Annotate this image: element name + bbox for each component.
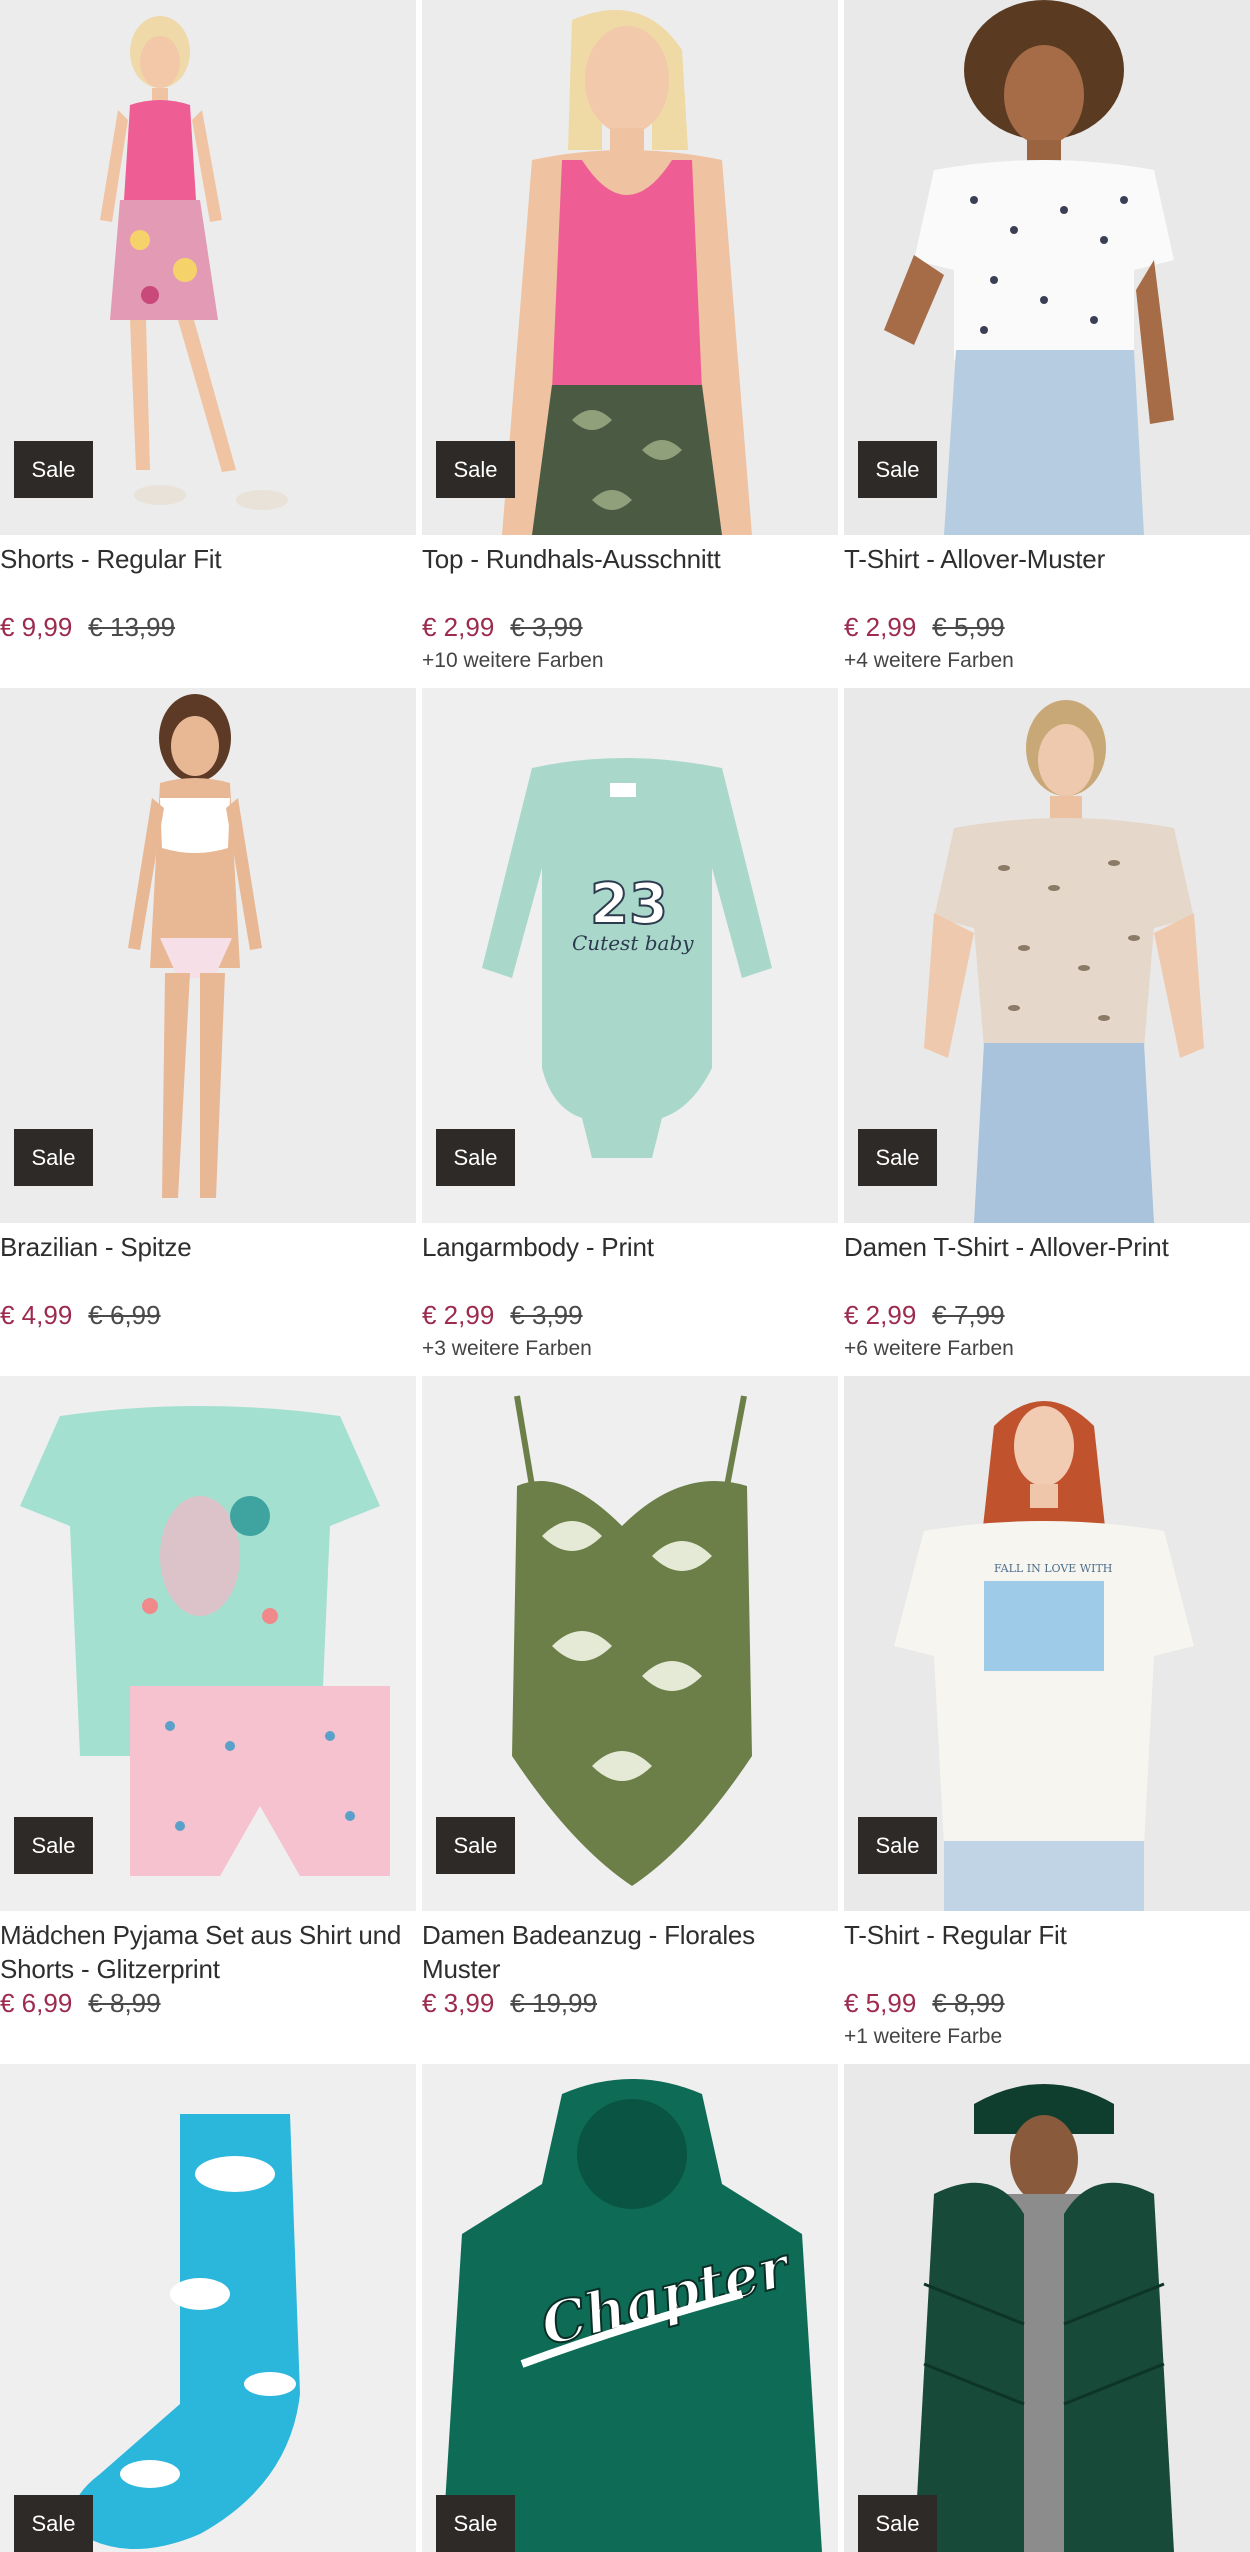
svg-text:Cutest baby: Cutest baby [572, 931, 694, 955]
product-photo-weste [844, 2064, 1250, 2552]
more-colors-text[interactable]: +4 weitere Farben [844, 649, 1250, 673]
sale-badge: Sale [14, 1129, 93, 1186]
product-image[interactable]: Sale [422, 1376, 838, 1911]
sale-price: € 5,99 [844, 1988, 917, 2018]
product-card[interactable]: Sale T-Shirt - Allover-Muster € 2,99 € 5… [844, 0, 1250, 688]
sale-badge: Sale [14, 441, 93, 498]
product-card[interactable]: Sale Damen Badeanzug - Florales Muster €… [422, 1376, 838, 2064]
product-title[interactable]: Shorts - Regular Fit [0, 542, 416, 610]
product-image[interactable]: Chapter Sale [422, 2064, 838, 2552]
price-row: € 4,99 € 6,99 [0, 1300, 416, 1331]
price-row: € 2,99 € 3,99 [422, 612, 838, 643]
sale-badge: Sale [858, 2495, 937, 2552]
product-card[interactable]: Sale [0, 2064, 416, 2552]
price-row: € 2,99 € 5,99 [844, 612, 1250, 643]
original-price: € 3,99 [510, 612, 583, 642]
more-colors-text[interactable]: +10 weitere Farben [422, 649, 838, 673]
product-image[interactable]: Sale [844, 2064, 1250, 2552]
product-image[interactable]: Sale [422, 0, 838, 535]
product-card[interactable]: 23 Cutest baby Sale Langarmbody - Print … [422, 688, 838, 1376]
product-title[interactable]: Damen T-Shirt - Allover-Print [844, 1230, 1250, 1298]
product-title[interactable]: Mädchen Pyjama Set aus Shirt und Shorts … [0, 1918, 416, 1986]
sale-price: € 2,99 [422, 612, 495, 642]
product-card[interactable]: Sale [844, 2064, 1250, 2552]
sale-price: € 9,99 [0, 612, 73, 642]
more-colors-text[interactable]: +1 weitere Farbe [844, 2025, 1250, 2049]
product-image[interactable]: Sale [0, 1376, 416, 1911]
more-colors-text[interactable]: +3 weitere Farben [422, 1337, 838, 1361]
svg-text:23: 23 [590, 872, 668, 937]
original-price: € 13,99 [88, 612, 176, 642]
product-card[interactable]: Sale Brazilian - Spitze € 4,99 € 6,99 [0, 688, 416, 1376]
product-photo-socks [0, 2064, 416, 2552]
product-title[interactable]: Top - Rundhals-Ausschnitt [422, 542, 838, 610]
product-card[interactable]: FALL IN LOVE WITH Sale T-Shirt - Regular… [844, 1376, 1250, 2064]
sale-price: € 2,99 [844, 1300, 917, 1330]
product-title[interactable]: Damen Badeanzug - Florales Muster [422, 1918, 838, 1986]
sale-badge: Sale [436, 1129, 515, 1186]
original-price: € 8,99 [932, 1988, 1005, 2018]
product-image[interactable]: Sale [844, 688, 1250, 1223]
sale-badge: Sale [14, 1817, 93, 1874]
svg-text:FALL IN LOVE WITH: FALL IN LOVE WITH [994, 1562, 1112, 1575]
price-row: € 5,99 € 8,99 [844, 1988, 1250, 2019]
product-card[interactable]: Chapter Sale [422, 2064, 838, 2552]
product-card[interactable]: Sale Top - Rundhals-Ausschnitt € 2,99 € … [422, 0, 838, 688]
product-card[interactable]: Sale Mädchen Pyjama Set aus Shirt und Sh… [0, 1376, 416, 2064]
product-image[interactable]: Sale [0, 688, 416, 1223]
product-card[interactable]: Sale Damen T-Shirt - Allover-Print € 2,9… [844, 688, 1250, 1376]
product-photo-hoodie: Chapter [422, 2064, 838, 2552]
product-title[interactable]: Brazilian - Spitze [0, 1230, 416, 1298]
sale-badge: Sale [858, 441, 937, 498]
product-title[interactable]: Langarmbody - Print [422, 1230, 838, 1298]
sale-price: € 2,99 [844, 612, 917, 642]
price-row: € 3,99 € 19,99 [422, 1988, 838, 2019]
original-price: € 6,99 [88, 1300, 161, 1330]
product-image[interactable]: 23 Cutest baby Sale [422, 688, 838, 1223]
sale-badge: Sale [436, 2495, 515, 2552]
price-row: € 2,99 € 7,99 [844, 1300, 1250, 1331]
sale-price: € 4,99 [0, 1300, 73, 1330]
price-row: € 9,99 € 13,99 [0, 612, 416, 643]
original-price: € 5,99 [932, 612, 1005, 642]
sale-price: € 3,99 [422, 1988, 495, 2018]
sale-badge: Sale [436, 441, 515, 498]
product-image[interactable]: Sale [0, 2064, 416, 2552]
original-price: € 7,99 [932, 1300, 1005, 1330]
product-title[interactable]: T-Shirt - Regular Fit [844, 1918, 1250, 1986]
price-row: € 6,99 € 8,99 [0, 1988, 416, 2019]
product-card[interactable]: Sale Shorts - Regular Fit € 9,99 € 13,99 [0, 0, 416, 688]
sale-badge: Sale [436, 1817, 515, 1874]
original-price: € 3,99 [510, 1300, 583, 1330]
product-image[interactable]: Sale [844, 0, 1250, 535]
sale-badge: Sale [14, 2495, 93, 2552]
sale-badge: Sale [858, 1129, 937, 1186]
sale-badge: Sale [858, 1817, 937, 1874]
product-image[interactable]: FALL IN LOVE WITH Sale [844, 1376, 1250, 1911]
product-image[interactable]: Sale [0, 0, 416, 535]
original-price: € 8,99 [88, 1988, 161, 2018]
sale-price: € 2,99 [422, 1300, 495, 1330]
more-colors-text[interactable]: +6 weitere Farben [844, 1337, 1250, 1361]
sale-price: € 6,99 [0, 1988, 73, 2018]
product-title[interactable]: T-Shirt - Allover-Muster [844, 542, 1250, 610]
product-grid: Sale Shorts - Regular Fit € 9,99 € 13,99… [0, 0, 1250, 2552]
original-price: € 19,99 [510, 1988, 598, 2018]
price-row: € 2,99 € 3,99 [422, 1300, 838, 1331]
